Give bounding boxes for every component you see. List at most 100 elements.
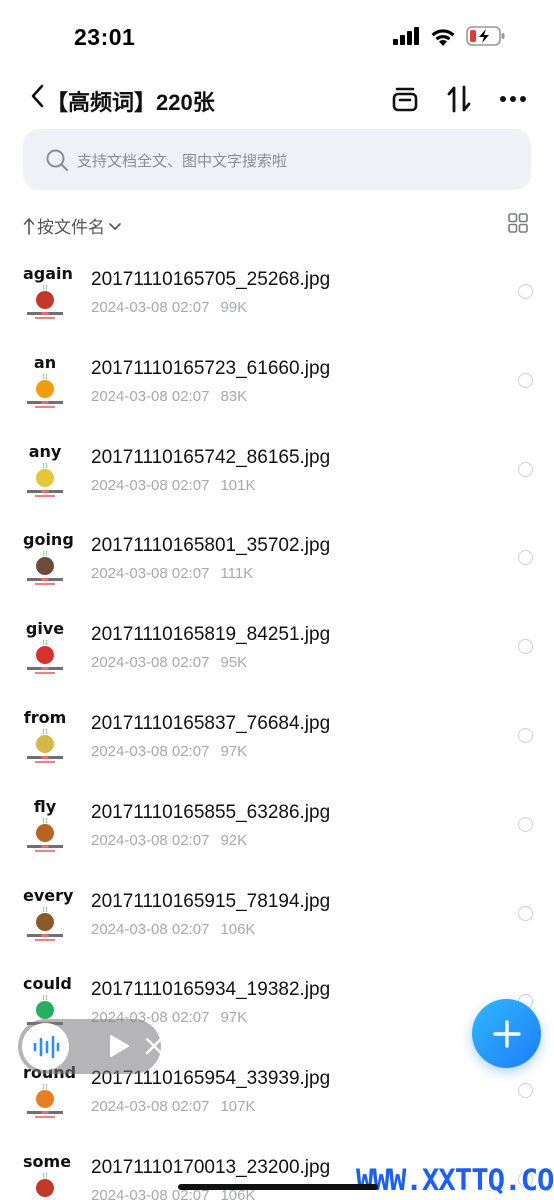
file-thumbnail: an [ ] [23, 353, 67, 413]
file-date: 2024-03-08 02:07 [91, 299, 210, 316]
file-size: 83K [220, 387, 248, 405]
more-dots-icon [500, 96, 526, 102]
file-meta: 2024-03-08 02:07 95K [91, 654, 247, 671]
add-button[interactable] [472, 999, 541, 1068]
voice-button[interactable] [22, 1023, 69, 1070]
thumbnail-phonetic: [ ] [42, 817, 48, 824]
select-radio[interactable] [518, 816, 533, 832]
file-thumbnail: going [ ] [23, 530, 74, 590]
status-time: 23:01 [74, 24, 136, 50]
thumbnail-word: some [23, 1151, 72, 1171]
file-meta: 2024-03-08 02:07 107K [91, 1098, 255, 1115]
file-thumbnail: fly [ ] [23, 797, 67, 857]
thumbnail-phonetic: [ ] [42, 906, 48, 913]
file-row[interactable]: any [ ] 20171110165742_86165.jpg 2024-03… [0, 424, 554, 513]
sort-by-button[interactable]: 按文件名 [23, 213, 123, 238]
thumbnail-sentence [27, 755, 63, 759]
grid-view-button[interactable] [508, 213, 528, 233]
status-bar: 23:01 [0, 0, 554, 70]
file-name: 20171110165742_86165.jpg [91, 446, 331, 468]
file-size: 99K [220, 299, 248, 316]
file-name: 20171110165801_35702.jpg [91, 535, 331, 557]
thumbnail-word: could [23, 974, 72, 994]
file-name: 20171110165915_78194.jpg [91, 890, 331, 912]
file-thumbnail: any [ ] [23, 442, 67, 502]
thumbnail-sentence-translation [35, 672, 55, 675]
thumbnail-phonetic: [ ] [42, 373, 48, 380]
file-date: 2024-03-08 02:07 [91, 1098, 210, 1116]
close-icon [145, 1037, 163, 1055]
file-date: 2024-03-08 02:07 [91, 920, 210, 938]
select-radio[interactable] [518, 905, 533, 921]
stack-icon [392, 87, 418, 112]
thumbnail-illustration [36, 468, 54, 487]
sort-order-button[interactable] [442, 82, 476, 116]
thumbnail-sentence-translation [35, 494, 55, 497]
thumbnail-sentence-translation [35, 1116, 55, 1119]
watermark: WWW.XXTTQ.COM [356, 1163, 554, 1197]
thumbnail-word: going [23, 530, 74, 550]
cellular-signal-icon [393, 27, 419, 45]
file-thumbnail: give [ ] [23, 619, 67, 679]
file-row[interactable]: going [ ] 20171110165801_35702.jpg 2024-… [0, 512, 554, 601]
file-date: 2024-03-08 02:07 [91, 565, 210, 583]
file-row[interactable]: an [ ] 20171110165723_61660.jpg 2024-03-… [0, 335, 554, 424]
file-name: 20171110170013_23200.jpg [91, 1156, 331, 1178]
home-indicator[interactable] [178, 1184, 378, 1190]
select-radio[interactable] [518, 639, 533, 655]
select-radio[interactable] [518, 1083, 533, 1099]
file-row[interactable]: give [ ] 20171110165819_84251.jpg 2024-0… [0, 601, 554, 690]
select-radio[interactable] [518, 284, 533, 299]
file-row[interactable]: every [ ] 20171110165915_78194.jpg 2024-… [0, 868, 554, 957]
thumbnail-sentence [27, 667, 63, 671]
thumbnail-sentence [27, 844, 63, 848]
sort-bar: 按文件名 [0, 205, 554, 241]
thumbnail-illustration [36, 291, 54, 309]
file-size: 97K [220, 1009, 248, 1027]
thumbnail-sentence-translation [35, 317, 55, 319]
thumbnail-sentence [27, 312, 63, 315]
sort-by-label: 按文件名 [37, 218, 105, 237]
file-meta: 2024-03-08 02:07 111K [91, 565, 253, 582]
file-size: 111K [220, 565, 254, 583]
select-radio[interactable] [518, 461, 533, 477]
thumbnail-illustration [36, 823, 54, 842]
file-meta: 2024-03-08 02:07 99K [91, 299, 247, 316]
thumbnail-word: give [25, 619, 65, 639]
select-radio[interactable] [518, 727, 533, 743]
play-button[interactable] [108, 1034, 130, 1063]
thumbnail-sentence [27, 1111, 63, 1115]
thumbnail-sentence-translation [35, 583, 55, 586]
file-meta: 2024-03-08 02:07 83K [91, 388, 247, 405]
file-name: 20171110165855_63286.jpg [91, 801, 331, 823]
thumbnail-illustration [36, 912, 54, 931]
file-meta: 2024-03-08 02:07 101K [91, 477, 255, 494]
file-row[interactable]: fly [ ] 20171110165855_63286.jpg 2024-03… [0, 779, 554, 868]
file-row[interactable]: from [ ] 20171110165837_76684.jpg 2024-0… [0, 690, 554, 779]
file-size: 97K [220, 742, 248, 760]
thumbnail-sentence-translation [35, 405, 55, 408]
file-thumbnail: every [ ] [23, 886, 73, 946]
file-thumbnail: some [ ] [23, 1151, 72, 1200]
file-size: 106K [220, 920, 256, 938]
thumbnail-sentence [27, 489, 63, 493]
thumbnail-illustration [36, 1090, 54, 1109]
search-input[interactable]: 支持文档全文、图中文字搜索啦 [23, 129, 531, 190]
search-placeholder: 支持文档全文、图中文字搜索啦 [77, 153, 288, 170]
file-date: 2024-03-08 02:07 [91, 654, 210, 672]
multi-select-button[interactable] [388, 82, 422, 116]
file-name: 20171110165819_84251.jpg [91, 624, 331, 646]
select-radio[interactable] [518, 372, 533, 388]
thumbnail-sentence-translation [35, 938, 55, 941]
thumbnail-word: any [28, 441, 62, 461]
close-voice-button[interactable] [145, 1037, 163, 1060]
thumbnail-word: an [33, 352, 57, 372]
select-radio[interactable] [518, 550, 533, 566]
file-size: 101K [220, 476, 256, 494]
more-button[interactable] [496, 82, 530, 116]
chevron-down-icon [109, 222, 121, 230]
file-row[interactable]: again [ ] 20171110165705_25268.jpg 2024-… [0, 246, 554, 335]
wifi-icon [431, 28, 455, 46]
thumbnail-illustration [36, 734, 54, 753]
file-name: 20171110165837_76684.jpg [91, 712, 331, 734]
